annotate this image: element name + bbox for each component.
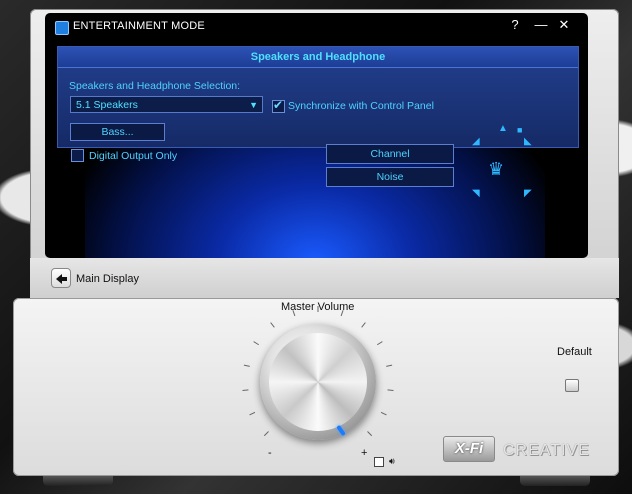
front-left-speaker-icon: ◢ <box>472 136 480 147</box>
knob-face <box>269 333 367 431</box>
panel-header: Speakers and Headphone <box>58 47 578 68</box>
sync-label: Synchronize with Control Panel <box>288 100 434 112</box>
chevron-down-icon: ▼ <box>249 100 258 110</box>
speaker-select[interactable]: 5.1 Speakers ▼ <box>70 96 263 113</box>
master-volume-knob[interactable] <box>260 324 376 440</box>
minimize-button[interactable]: — <box>533 17 549 32</box>
default-button[interactable] <box>565 379 579 392</box>
master-volume-label: Master Volume <box>281 301 355 313</box>
help-button[interactable]: ? <box>507 17 523 32</box>
xfi-logo: X-Fi <box>443 436 495 462</box>
front-center-speaker-icon: ▲ <box>498 123 508 134</box>
window-title: ENTERTAINMENT MODE <box>73 20 205 32</box>
volume-max-label: + <box>361 447 368 459</box>
rear-left-speaker-icon: ◥ <box>472 188 480 199</box>
speaker-icon: 🔊︎ <box>389 456 395 466</box>
app-icon <box>55 21 69 35</box>
subwoofer-icon: ■ <box>517 125 523 135</box>
close-button[interactable]: ✕ <box>556 17 572 33</box>
channel-button[interactable]: Channel <box>326 144 454 164</box>
digital-output-checkbox[interactable] <box>71 149 84 162</box>
knob-indicator <box>336 424 346 437</box>
right-foot <box>520 476 590 486</box>
selection-label: Speakers and Headphone Selection: <box>69 80 241 92</box>
speaker-select-value: 5.1 Speakers <box>76 99 138 111</box>
sync-checkbox[interactable] <box>272 98 285 113</box>
creative-logo: CREATIVE <box>503 442 590 459</box>
title-bar: ENTERTAINMENT MODE ? — ✕ <box>45 13 588 41</box>
default-label: Default <box>557 346 592 358</box>
bass-button[interactable]: Bass... <box>70 123 165 141</box>
noise-button[interactable]: Noise <box>326 167 454 187</box>
mute-checkbox[interactable] <box>374 457 384 467</box>
digital-output-label: Digital Output Only <box>89 150 178 162</box>
speaker-layout[interactable]: ▲ ■ ◢ ◣ ♛ ◥ ◤ <box>465 121 555 211</box>
main-display-link[interactable]: Main Display <box>76 273 139 285</box>
volume-min-label: - <box>268 447 272 459</box>
left-foot <box>43 476 113 486</box>
front-right-speaker-icon: ◣ <box>524 136 532 147</box>
back-arrow-icon[interactable] <box>51 268 71 288</box>
display-screen: ENTERTAINMENT MODE ? — ✕ Speakers and He… <box>45 13 588 258</box>
rear-right-speaker-icon: ◤ <box>524 188 532 199</box>
listener-icon: ♛ <box>488 159 505 179</box>
